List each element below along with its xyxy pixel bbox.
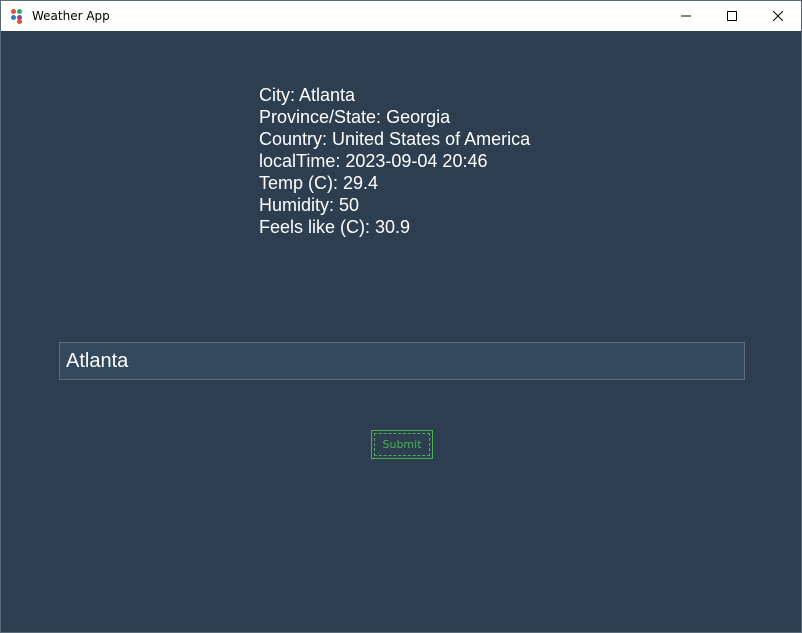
temp-label: Temp (C): 29.4 [259, 173, 379, 193]
country-label: Country: United States of America [259, 129, 531, 149]
minimize-button[interactable] [663, 1, 709, 31]
submit-button[interactable]: Submit [371, 430, 433, 459]
app-window: Weather App City: Atlanta Province/State… [0, 0, 802, 633]
feels-like-label: Feels like (C): 30.9 [259, 217, 411, 237]
close-button[interactable] [755, 1, 801, 31]
app-logo-icon [10, 8, 26, 24]
weather-info: City: Atlanta Province/State: Georgia Co… [259, 84, 530, 238]
minimize-icon [681, 15, 691, 17]
city-input[interactable] [59, 342, 745, 380]
city-label: City: Atlanta [259, 85, 356, 105]
local-time-label: localTime: 2023-09-04 20:46 [259, 151, 488, 171]
window-controls [663, 1, 801, 31]
window-title: Weather App [32, 9, 110, 23]
title-bar[interactable]: Weather App [1, 1, 801, 31]
humidity-label: Humidity: 50 [259, 195, 360, 215]
submit-label: Submit [374, 433, 430, 456]
close-icon [773, 11, 783, 21]
maximize-button[interactable] [709, 1, 755, 31]
province-label: Province/State: Georgia [259, 107, 451, 127]
maximize-icon [727, 11, 737, 21]
